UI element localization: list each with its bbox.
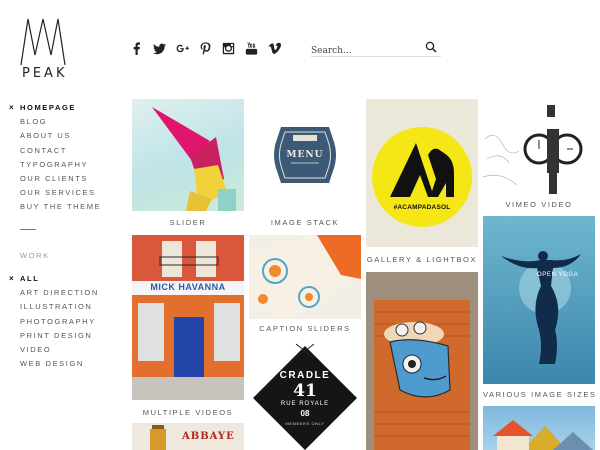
cradle-street: RUE ROYALE [280, 401, 330, 407]
open-yoga-poster-image [501, 251, 581, 364]
nav-item-label: BUY THE THEME [20, 202, 102, 212]
filter-label: PRINT DESIGN [20, 330, 93, 340]
filter-label: ART DIRECTION [20, 288, 99, 298]
open-yoga-text: OPEN YOGA [537, 272, 579, 278]
portfolio-item-houses[interactable] [483, 406, 595, 450]
cradle-number: 41 [293, 381, 317, 401]
filter-video[interactable]: VIDEO [9, 343, 119, 357]
logo-mark [20, 18, 66, 66]
portfolio-item-multiple-videos[interactable]: MICK HAVANNA [132, 235, 244, 400]
work-heading: WORK [20, 251, 50, 260]
portfolio-caption: IMAGE STACK [270, 218, 340, 227]
filter-all[interactable]: × ALL [9, 272, 119, 286]
pinterest-icon[interactable] [198, 41, 212, 55]
portfolio-caption: GALLERY & LIGHTBOX [366, 255, 478, 264]
portfolio-item-cradle[interactable]: CRADLE 41 RUE ROYALE 08 MEMBERS ONLY [249, 340, 361, 450]
abbaye-label-text: ABBAYE [182, 431, 235, 442]
portfolio-item-various-image-sizes[interactable]: OPEN YOGA [483, 216, 595, 384]
youtube-icon[interactable] [244, 41, 258, 55]
filter-art-direction[interactable]: ART DIRECTION [9, 286, 119, 300]
graffiti-door-image [366, 272, 478, 450]
storefront-sign-text: MICK HAVANNA [150, 282, 226, 292]
search-input[interactable] [311, 44, 419, 58]
filter-photography[interactable]: PHOTOGRAPHY [9, 315, 119, 329]
nav-item-label: ABOUT US [20, 131, 72, 141]
portfolio-item-graffiti[interactable] [366, 272, 478, 450]
cradle-title: CRADLE [279, 370, 331, 381]
nav-item-label: CONTACT [20, 145, 67, 155]
portfolio-caption: VIMEO VIDEO [505, 200, 573, 209]
nav-item-label: TYPOGRAPHY [20, 159, 89, 169]
portfolio-caption: CAPTION SLIDERS [259, 324, 351, 333]
portfolio-item-abbaye[interactable]: ABBAYE [132, 423, 244, 450]
active-marker: × [9, 274, 16, 283]
filter-print-design[interactable]: PRINT DESIGN [9, 329, 119, 343]
filter-web-design[interactable]: WEB DESIGN [9, 357, 119, 371]
nav-item-typography[interactable]: TYPOGRAPHY [9, 158, 119, 172]
street-clock-image [483, 105, 583, 194]
origami-bird-image [152, 107, 236, 211]
vimeo-icon[interactable] [267, 41, 281, 55]
portfolio-caption: SLIDER [169, 218, 207, 227]
nav-item-label: OUR CLIENTS [20, 173, 89, 183]
work-filter-list: × ALL ART DIRECTION ILLUSTRATION PHOTOGR… [9, 272, 119, 371]
nav-item-homepage[interactable]: × HOMEPAGE [9, 101, 119, 115]
nav-item-about-us[interactable]: ABOUT US [9, 129, 119, 143]
nav-item-buy-the-theme[interactable]: BUY THE THEME [9, 200, 119, 214]
acampadasol-poster-image [372, 127, 472, 227]
logo-text: PEAK [22, 66, 68, 81]
google-plus-icon[interactable] [175, 41, 189, 55]
nav-divider [20, 229, 36, 230]
portfolio-item-vimeo-video[interactable] [483, 99, 595, 194]
active-marker: × [9, 103, 16, 112]
nav-item-our-clients[interactable]: OUR CLIENTS [9, 172, 119, 186]
houses-image [493, 420, 593, 450]
filter-label: WEB DESIGN [20, 359, 84, 369]
portfolio-item-slider[interactable] [132, 99, 244, 211]
cradle-date: 08 [300, 409, 310, 418]
portfolio-item-gallery-lightbox[interactable]: #ACAMPADASOL [366, 99, 478, 247]
nav-item-our-services[interactable]: OUR SERVICES [9, 186, 119, 200]
filter-label: ILLUSTRATION [20, 302, 93, 312]
menu-badge-text: MENU [286, 150, 324, 160]
main-nav: × HOMEPAGE BLOG ABOUT US CONTACT TYPOGRA… [9, 101, 119, 215]
cradle-members: MEMBERS ONLY [285, 421, 325, 426]
portfolio-item-caption-sliders[interactable] [249, 235, 361, 319]
filter-label: PHOTOGRAPHY [20, 316, 96, 326]
nav-item-label: BLOG [20, 117, 48, 127]
portfolio-caption: VARIOUS IMAGE SIZES [483, 390, 597, 399]
filter-label: VIDEO [20, 344, 52, 354]
filter-illustration[interactable]: ILLUSTRATION [9, 300, 119, 314]
patterned-cards-image [249, 235, 361, 319]
poster-hashtag-text: #ACAMPADASOL [393, 204, 451, 211]
instagram-icon[interactable] [221, 41, 235, 55]
facebook-icon[interactable] [129, 41, 143, 55]
portfolio-caption: MULTIPLE VIDEOS [142, 408, 234, 417]
nav-item-blog[interactable]: BLOG [9, 115, 119, 129]
nav-item-label: HOMEPAGE [20, 103, 76, 112]
portfolio-item-image-stack[interactable]: MENU [249, 99, 361, 211]
twitter-icon[interactable] [152, 41, 166, 55]
havanna-storefront-image [132, 235, 244, 400]
nav-item-label: OUR SERVICES [20, 188, 96, 198]
nav-item-contact[interactable]: CONTACT [9, 144, 119, 158]
search-bar [311, 40, 441, 58]
search-icon[interactable] [425, 41, 437, 53]
filter-label: ALL [20, 274, 40, 283]
